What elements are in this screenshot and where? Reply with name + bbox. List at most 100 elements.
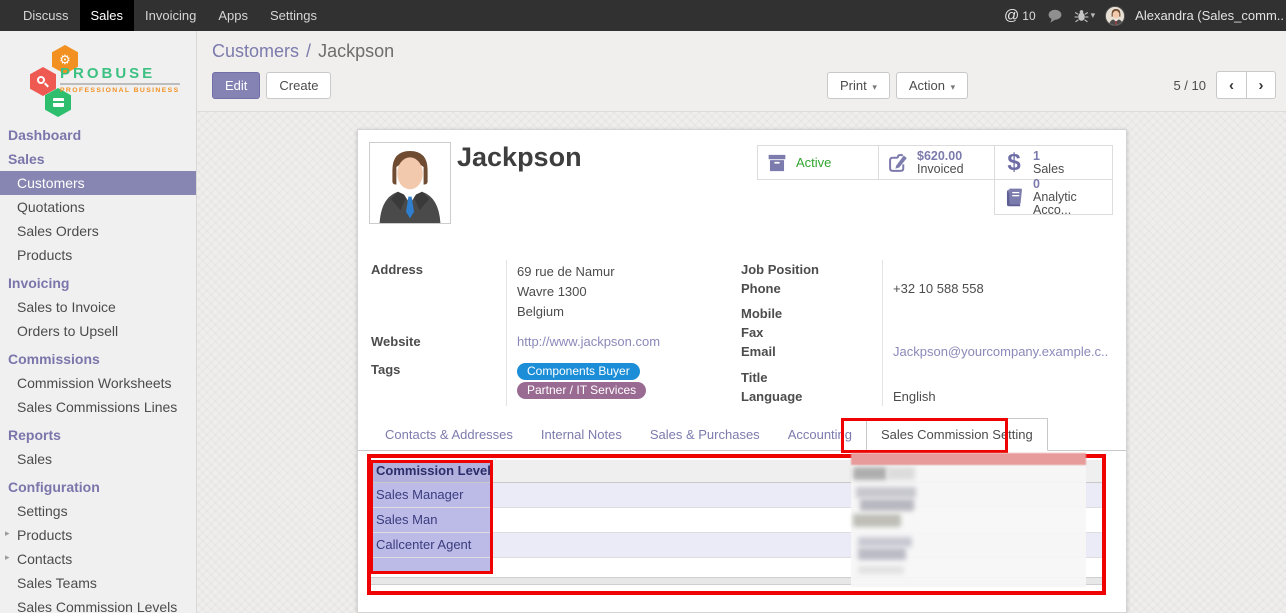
tab-internal-notes[interactable]: Internal Notes — [527, 419, 636, 450]
sidebar-item-quotations[interactable]: Quotations — [0, 195, 196, 219]
redacted-header-strip — [851, 453, 1086, 465]
invoiced-stat-button[interactable]: $620.00 Invoiced — [878, 145, 995, 180]
tab-sales-purchases[interactable]: Sales & Purchases — [636, 419, 774, 450]
messages-button[interactable] — [1046, 8, 1064, 24]
sidebar-item-commission-worksheets[interactable]: Commission Worksheets — [0, 371, 196, 395]
caret-down-icon: ▾ — [872, 82, 877, 92]
caret-down-icon: ▾ — [1091, 10, 1096, 21]
sidebar-item-config-products[interactable]: ▸Products — [0, 523, 196, 547]
tab-sales-commission-setting[interactable]: Sales Commission Setting — [866, 418, 1048, 451]
bug-icon — [1074, 8, 1089, 23]
pager-next-button[interactable]: › — [1246, 71, 1276, 99]
avatar-image — [1106, 7, 1125, 26]
breadcrumb-current: Jackpson — [318, 41, 394, 61]
sidebar-menu: Dashboard Sales Customers Quotations Sal… — [0, 123, 196, 613]
topbar-right: @ 10 ▾ — [1004, 0, 1286, 31]
user-avatar[interactable] — [1105, 6, 1125, 26]
sidebar-item-sales-to-invoice[interactable]: Sales to Invoice — [0, 295, 196, 319]
mobile-value[interactable] — [882, 298, 1113, 323]
expand-arrow-icon: ▸ — [5, 528, 10, 539]
sidebar-item-sales-commissions-lines[interactable]: Sales Commissions Lines — [0, 395, 196, 419]
sidebar-item-sales-report[interactable]: Sales — [0, 447, 196, 471]
job-position-value[interactable] — [882, 260, 1113, 279]
email-link[interactable]: Jackpson@yourcompany.example.c.. — [893, 344, 1108, 359]
stat-button-group: Active $620.00 Invoiced — [757, 145, 1113, 215]
fax-label: Fax — [741, 323, 882, 342]
menu-invoicing[interactable]: Invoicing — [134, 0, 207, 31]
sidebar-section-configuration[interactable]: Configuration — [0, 475, 196, 499]
pager-previous-button[interactable]: ‹ — [1216, 71, 1246, 99]
record-sheet: Jackpson Active — [357, 129, 1127, 613]
caret-down-icon: ▾ — [951, 82, 956, 92]
customer-photo[interactable] — [369, 142, 451, 224]
archive-box-icon — [766, 152, 788, 174]
field-groups: Address 69 rue de Namur Wavre 1300 Belgi… — [371, 260, 1113, 406]
stat-filler — [757, 180, 995, 215]
redacted-values-overlay — [851, 465, 1086, 587]
main-menu: Discuss Sales Invoicing Apps Settings — [0, 0, 328, 31]
sidebar-section-commissions[interactable]: Commissions — [0, 347, 196, 371]
analytic-accounts-stat-button[interactable]: 0 Analytic Acco... — [994, 179, 1113, 215]
active-button[interactable]: Active — [757, 145, 879, 180]
sidebar-section-invoicing[interactable]: Invoicing — [0, 271, 196, 295]
tag-components-buyer[interactable]: Components Buyer — [517, 363, 640, 380]
sidebar-item-products[interactable]: Products — [0, 243, 196, 267]
address-value[interactable]: 69 rue de Namur Wavre 1300 Belgium — [506, 260, 731, 328]
breadcrumb-separator: / — [306, 41, 311, 61]
customer-name: Jackpson — [457, 142, 582, 173]
tag-partner-it-services[interactable]: Partner / IT Services — [517, 382, 646, 399]
brand-tagline: PROFESSIONAL BUSINESS — [60, 87, 180, 94]
edit-button[interactable]: Edit — [212, 72, 260, 99]
sidebar-item-config-contacts[interactable]: ▸Contacts — [0, 547, 196, 571]
sidebar-item-orders-to-upsell[interactable]: Orders to Upsell — [0, 319, 196, 343]
sidebar-section-sales[interactable]: Sales — [0, 147, 196, 171]
tags-label: Tags — [371, 354, 506, 406]
create-button[interactable]: Create — [266, 72, 331, 99]
sidebar-item-customers[interactable]: Customers — [0, 171, 196, 195]
tab-contacts-addresses[interactable]: Contacts & Addresses — [371, 419, 527, 450]
form-view-background: Jackpson Active — [197, 112, 1286, 613]
tab-accounting[interactable]: Accounting — [774, 419, 866, 450]
sidebar-item-sales-orders[interactable]: Sales Orders — [0, 219, 196, 243]
activities-button[interactable]: @ 10 — [1004, 7, 1036, 24]
fax-value[interactable] — [882, 323, 1113, 342]
menu-settings[interactable]: Settings — [259, 0, 328, 31]
top-navbar: Discuss Sales Invoicing Apps Settings @ … — [0, 0, 1286, 31]
menu-sales[interactable]: Sales — [80, 0, 135, 31]
website-value: http://www.jackpson.com — [506, 328, 731, 355]
probuse-logo: ⚙ PROBUSE PROFESSIONAL BUSINESS — [30, 45, 180, 109]
menu-discuss[interactable]: Discuss — [12, 0, 80, 31]
control-panel: Customers / Jackpson Edit Create Print ▾… — [197, 31, 1286, 112]
user-name[interactable]: Alexandra (Sales_comm.. — [1135, 8, 1284, 23]
sidebar-section-reports[interactable]: Reports — [0, 423, 196, 447]
pager-counter: 5 / 10 — [1173, 78, 1206, 93]
menu-apps[interactable]: Apps — [207, 0, 259, 31]
edit-pencil-icon — [887, 152, 909, 174]
sidebar: ⚙ PROBUSE PROFESSIONAL BUSINESS Dashboar… — [0, 31, 197, 613]
sidebar-item-sales-commission-levels[interactable]: Sales Commission Levels — [0, 595, 196, 613]
sidebar-item-dashboard[interactable]: Dashboard — [0, 123, 196, 147]
sales-stat-button[interactable]: $ 1 Sales — [994, 145, 1113, 180]
debug-menu-button[interactable]: ▾ — [1074, 8, 1096, 23]
language-value[interactable]: English — [882, 387, 1113, 406]
title-label: Title — [741, 361, 882, 387]
title-value[interactable] — [882, 361, 1113, 387]
job-position-label: Job Position — [741, 260, 882, 279]
website-label: Website — [371, 328, 506, 355]
tags-value: Components Buyer Partner / IT Services — [506, 354, 731, 406]
breadcrumb-customers[interactable]: Customers — [212, 41, 299, 61]
sidebar-item-settings[interactable]: Settings — [0, 499, 196, 523]
dollar-icon: $ — [1003, 152, 1025, 174]
mobile-label: Mobile — [741, 298, 882, 323]
commission-level-header[interactable]: Commission Level — [371, 460, 491, 482]
sidebar-item-sales-teams[interactable]: Sales Teams — [0, 571, 196, 595]
action-dropdown[interactable]: Action ▾ — [896, 72, 968, 99]
website-link[interactable]: http://www.jackpson.com — [517, 334, 660, 349]
phone-value[interactable]: +32 10 588 558 — [882, 279, 1113, 298]
print-dropdown[interactable]: Print ▾ — [827, 72, 890, 99]
email-value: Jackpson@yourcompany.example.c.. — [882, 342, 1113, 361]
notebook-tabs: Contacts & Addresses Internal Notes Sale… — [358, 418, 1126, 451]
book-icon — [1003, 186, 1025, 208]
brand-name: PROBUSE — [60, 65, 180, 85]
activity-count-badge: 10 — [1022, 9, 1035, 23]
